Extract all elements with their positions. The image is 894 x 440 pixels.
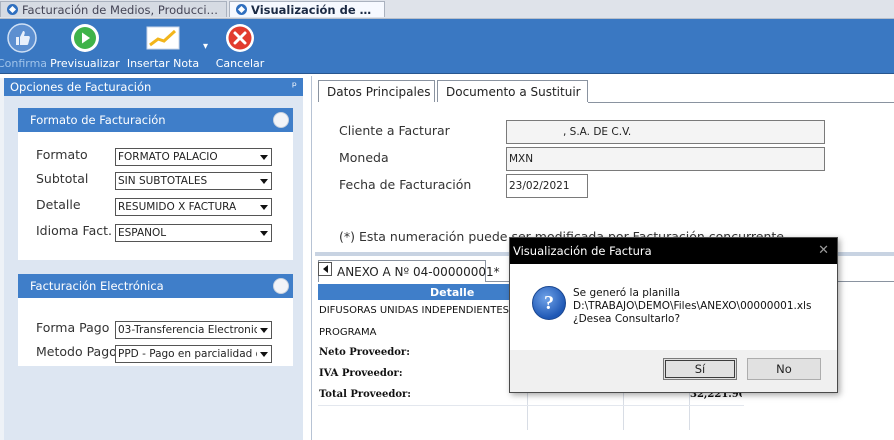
table-row: DIFUSORAS UNIDAS INDEPENDIENTES, S <box>319 305 522 316</box>
dialog-message-line1: Se generó la planilla <box>573 287 681 299</box>
detalle-column-header: Detalle <box>430 285 475 299</box>
tab-label: Visualización de Factura <box>251 2 378 17</box>
formato-label: Formato <box>36 147 88 162</box>
collapse-knob-icon[interactable] <box>273 278 289 294</box>
cliente-value: , S.A. DE C.V. <box>563 126 632 138</box>
dropdown-arrow-icon[interactable]: ▾ <box>203 41 208 52</box>
options-panel-title: Opciones de Facturación <box>10 80 152 94</box>
yes-button[interactable]: Sí <box>663 358 737 380</box>
tab-facturacion-medios[interactable]: Facturación de Medios, Producció... <box>0 1 227 17</box>
tab-label: Facturación de Medios, Producció... <box>22 2 220 17</box>
toolbar: Confirma Previsualizar Insertar Nota ▾ C… <box>0 19 894 74</box>
tab-datos-principales[interactable]: Datos Principales <box>318 80 435 102</box>
group-title: Formato de Facturación <box>30 113 166 127</box>
chevron-down-icon[interactable] <box>257 173 271 189</box>
play-icon <box>70 23 100 53</box>
chart-note-icon <box>146 23 180 53</box>
tab-label: Datos Principales <box>327 84 431 99</box>
idioma-label: Idioma Fact. <box>36 223 113 238</box>
facturacion-electronica-group: Facturación Electrónica Forma Pago 03-Tr… <box>18 274 293 366</box>
collapse-knob-icon[interactable] <box>273 112 289 128</box>
metodo-pago-select[interactable]: PPD - Pago en parcialidad o diferido <box>115 345 272 363</box>
chevron-down-icon[interactable] <box>257 225 271 241</box>
fecha-label: Fecha de Facturación <box>339 177 472 192</box>
tab-documento-sustituir[interactable]: Documento a Sustituir <box>437 80 588 102</box>
tab-label: ANEXO A Nº 04-00000001* <box>337 264 500 279</box>
cliente-label: Cliente a Facturar <box>339 123 450 138</box>
forma-pago-select[interactable]: 03-Transferencia Electronica <box>115 321 272 339</box>
yes-label: Sí <box>694 362 706 376</box>
dialog-titlebar[interactable]: Visualización de Factura ✕ <box>510 238 837 264</box>
pin-icon[interactable]: ᵖ <box>292 79 297 93</box>
insertar-nota-label: Insertar Nota <box>126 57 200 70</box>
tab-app-icon <box>7 4 18 15</box>
previsualizar-label: Previsualizar <box>50 57 120 70</box>
moneda-label: Moneda <box>339 150 389 165</box>
options-panel: Formato de Facturación Formato FORMATO P… <box>4 96 303 440</box>
idioma-value: ESPAÑOL <box>118 227 167 239</box>
cancelar-label: Cancelar <box>215 57 265 70</box>
scroll-left-icon[interactable] <box>318 262 332 276</box>
moneda-value: MXN <box>509 153 534 165</box>
group-header[interactable]: Facturación Electrónica <box>18 274 293 298</box>
cliente-field[interactable]: , S.A. DE C.V. <box>506 120 825 144</box>
table-row: Neto Proveedor: <box>319 347 410 358</box>
forma-pago-label: Forma Pago <box>36 320 110 335</box>
formato-value: FORMATO PALACIO <box>118 151 218 163</box>
formato-select[interactable]: FORMATO PALACIO <box>115 148 272 166</box>
table-row: IVA Proveedor: <box>319 368 403 379</box>
tab-visualizacion-factura[interactable]: Visualización de Factura <box>229 1 385 17</box>
formato-facturacion-group: Formato de Facturación Formato FORMATO P… <box>18 108 293 260</box>
table-row: PROGRAMA <box>319 327 377 338</box>
confirm-dialog: Visualización de Factura ✕ ? Se generó l… <box>509 237 838 393</box>
chevron-down-icon[interactable] <box>257 346 271 362</box>
subtotal-value: SIN SUBTOTALES <box>118 175 208 187</box>
row-divider <box>318 405 744 406</box>
detalle-value: RESUMIDO X FACTURA <box>118 201 237 213</box>
detalle-select[interactable]: RESUMIDO X FACTURA <box>115 198 272 216</box>
cancel-icon <box>225 23 255 53</box>
chevron-down-icon[interactable] <box>257 149 271 165</box>
thumbs-up-icon <box>7 23 37 53</box>
fecha-field[interactable]: 23/02/2021 <box>506 174 588 198</box>
no-button[interactable]: No <box>747 358 821 380</box>
chevron-down-icon[interactable] <box>257 322 271 338</box>
group-header[interactable]: Formato de Facturación <box>18 108 293 132</box>
tab-app-icon <box>236 4 247 15</box>
subtotal-label: Subtotal <box>36 171 89 186</box>
detalle-label: Detalle <box>36 197 81 212</box>
dialog-message-line3: ¿Desea Consultarlo? <box>573 313 681 325</box>
options-panel-header: Opciones de Facturación ᵖ <box>4 78 303 96</box>
close-icon[interactable]: ✕ <box>818 243 829 258</box>
tab-underline <box>588 102 894 103</box>
confirma-button[interactable]: Confirma <box>0 19 48 73</box>
tab-anexo[interactable]: ANEXO A Nº 04-00000001* <box>318 260 500 282</box>
cancelar-button[interactable]: Cancelar <box>214 19 266 73</box>
chevron-down-icon[interactable] <box>257 199 271 215</box>
question-icon: ? <box>532 286 566 320</box>
metodo-pago-value: PPD - Pago en parcialidad o diferido <box>118 348 257 360</box>
insertar-nota-button[interactable]: Insertar Nota <box>126 19 200 73</box>
tab-label: Documento a Sustituir <box>446 84 581 99</box>
previsualizar-button[interactable]: Previsualizar <box>50 19 120 73</box>
no-label: No <box>776 362 792 376</box>
forma-pago-value: 03-Transferencia Electronica <box>118 324 257 336</box>
subtotal-select[interactable]: SIN SUBTOTALES <box>115 172 272 190</box>
fecha-value: 23/02/2021 <box>509 180 570 192</box>
confirma-label: Confirma <box>0 57 48 70</box>
idioma-select[interactable]: ESPAÑOL <box>115 224 272 242</box>
group-title: Facturación Electrónica <box>30 279 164 293</box>
metodo-pago-label: Metodo Pago <box>36 344 117 359</box>
moneda-field[interactable]: MXN <box>506 147 825 171</box>
table-row: Total Proveedor: <box>319 389 411 400</box>
dialog-title: Visualización de Factura <box>513 244 652 258</box>
dialog-message-line2: D:\TRABAJO\DEMO\Files\ANEXO\00000001.xls <box>573 300 812 312</box>
